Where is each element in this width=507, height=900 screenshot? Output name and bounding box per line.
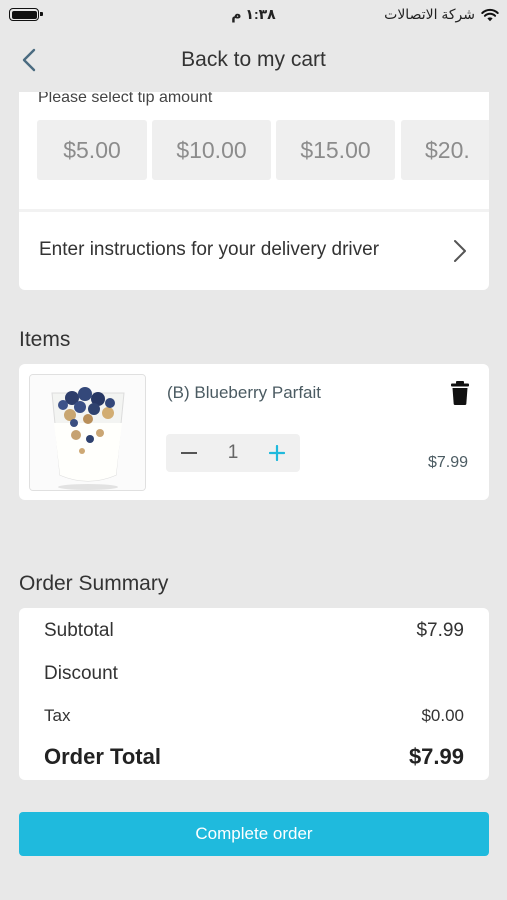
driver-instructions-label: Enter instructions for your delivery dri… [39, 239, 380, 260]
discount-label: Discount [44, 663, 118, 684]
tip-label: Please select tip amount [38, 92, 213, 106]
item-image [29, 374, 146, 491]
complete-order-button[interactable]: Complete order [19, 812, 489, 856]
chevron-right-icon [454, 240, 466, 262]
tip-card: Please select tip amount $5.00 $10.00 $1… [19, 92, 489, 290]
tax-label: Tax [44, 706, 71, 725]
item-price: $7.99 [427, 454, 468, 471]
header: Back to my cart [0, 34, 507, 86]
items-section-title: Items [19, 328, 71, 351]
tip-option-20[interactable]: $20. [401, 120, 489, 180]
order-summary-title: Order Summary [19, 572, 169, 595]
parfait-image [30, 375, 145, 490]
decrease-quantity-button[interactable] [174, 438, 204, 468]
order-total-row: Order Total $7.99 [44, 744, 464, 770]
quantity-value: 1 [227, 442, 239, 463]
order-total-value: $7.99 [408, 744, 464, 769]
carrier-group: شركة الاتصالات [384, 6, 499, 23]
tax-value: $0.00 [421, 706, 464, 725]
tip-option-10[interactable]: $10.00 [152, 120, 271, 180]
status-bar: ١:٣٨ م شركة الاتصالات [0, 0, 507, 30]
subtotal-value: $7.99 [416, 620, 464, 641]
tip-option-5[interactable]: $5.00 [37, 120, 147, 180]
subtotal-label: Subtotal [44, 620, 114, 641]
tax-row: Tax $0.00 [44, 706, 464, 726]
quantity-stepper: 1 [166, 434, 300, 472]
driver-instructions-row[interactable]: Enter instructions for your delivery dri… [19, 212, 489, 290]
discount-row: Discount [44, 663, 464, 685]
plus-icon [269, 445, 285, 461]
subtotal-row: Subtotal $7.99 [44, 620, 464, 642]
carrier-name: شركة الاتصالات [384, 6, 475, 22]
tip-option-15[interactable]: $15.00 [276, 120, 395, 180]
cart-item: (B) Blueberry Parfait 1 $7.99 [19, 364, 489, 500]
item-name: (B) Blueberry Parfait [167, 383, 321, 402]
wifi-icon [481, 8, 499, 21]
order-total-label: Order Total [44, 744, 161, 769]
tip-options: $5.00 $10.00 $15.00 $20. [37, 120, 489, 180]
increase-quantity-button[interactable] [262, 438, 292, 468]
page-title: Back to my cart [181, 48, 326, 71]
order-summary-card: Subtotal $7.99 Discount Tax $0.00 Order … [19, 608, 489, 780]
trash-icon[interactable] [449, 380, 471, 406]
